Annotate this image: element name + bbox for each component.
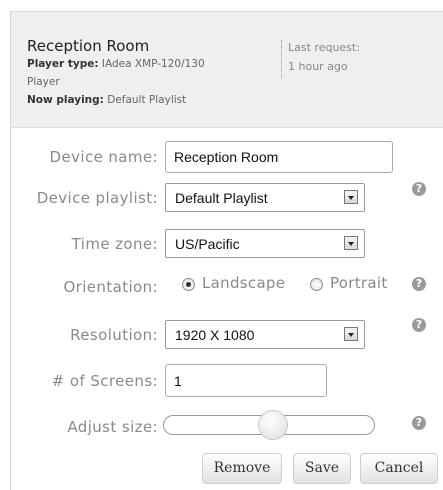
last-request-block: Last request: 1 hour ago [288,38,360,76]
device-info-header: Reception Room Player type: IAdea XMP-12… [11,12,443,128]
device-name-input[interactable]: Reception Room [165,141,393,173]
now-playing-line: Now playing: Default Playlist [27,93,186,107]
chevron-down-icon[interactable] [344,236,358,250]
resolution-select[interactable]: 1920 X 1080 [165,320,365,349]
time-zone-label: Time zone: [71,235,158,253]
portrait-radio[interactable] [310,278,323,291]
help-icon[interactable]: ? [412,416,426,430]
player-type-value: IAdea XMP-120/130 [101,58,205,70]
time-zone-value: US/Pacific [175,236,240,252]
resolution-value: 1920 X 1080 [175,327,255,343]
adjust-size-slider-handle[interactable] [258,410,288,440]
player-type-line: Player type: IAdea XMP-120/130 [27,57,205,71]
device-playlist-label: Device playlist: [36,189,158,207]
time-zone-select[interactable]: US/Pacific [165,229,365,258]
orientation-label: Orientation: [63,278,158,296]
resolution-label: Resolution: [70,326,158,344]
device-title: Reception Room [27,37,150,55]
landscape-option-label[interactable]: Landscape [202,274,285,292]
help-icon[interactable]: ? [412,182,426,196]
last-request-value: 1 hour ago [288,60,348,73]
chevron-down-icon[interactable] [344,327,358,341]
cancel-button[interactable]: Cancel [360,453,438,484]
screens-value: 1 [174,372,182,389]
save-button[interactable]: Save [293,453,351,484]
chevron-down-icon[interactable] [344,190,358,204]
device-playlist-select[interactable]: Default Playlist [165,183,365,212]
device-name-label: Device name: [49,148,158,166]
help-icon[interactable]: ? [412,318,426,332]
player-type-continued: Player [27,76,60,88]
device-playlist-value: Default Playlist [175,190,268,206]
screens-input[interactable]: 1 [165,364,327,397]
now-playing-label: Now playing: [27,94,104,106]
screens-label: # of Screens: [51,372,158,390]
help-icon[interactable]: ? [412,277,426,291]
adjust-size-label: Adjust size: [67,418,158,436]
now-playing-value: Default Playlist [107,94,187,106]
player-type-label: Player type: [27,58,99,70]
last-request-label: Last request: [288,41,360,54]
landscape-radio[interactable] [182,278,195,291]
header-divider [281,40,282,78]
device-name-value: Reception Room [174,149,279,165]
remove-button[interactable]: Remove [202,453,282,484]
portrait-option-label[interactable]: Portrait [330,274,388,292]
